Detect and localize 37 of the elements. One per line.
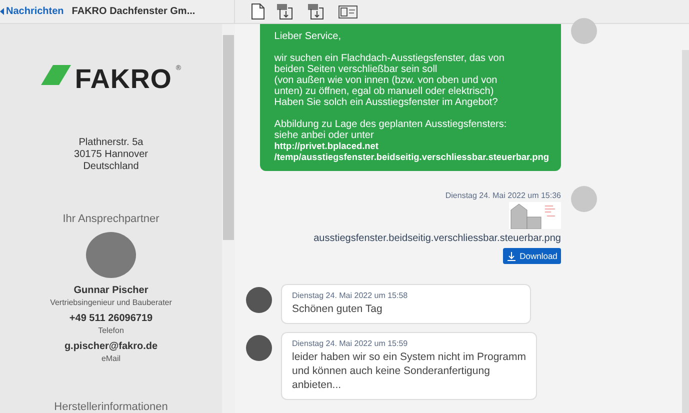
- address-line: Plathnerstr. 5a: [78, 137, 144, 149]
- attachment-filename: ausstiegsfenster.beidseitig.verschliessbar.steuerbar.png: [314, 233, 561, 244]
- contact-card-icon[interactable]: [338, 4, 358, 18]
- phone-number: +49 511 26096719: [69, 313, 153, 324]
- email-label: eMail: [101, 354, 121, 363]
- phone-label: Telefon: [98, 326, 124, 335]
- message-timestamp: Dienstag 24. Mai 2022 um 15:58: [292, 291, 409, 300]
- download-icon: [506, 252, 516, 260]
- contact-name: Gunnar Pischer: [74, 285, 148, 296]
- section-heading: Herstellerinformationen: [54, 401, 168, 413]
- photo-placeholder: [86, 232, 136, 278]
- contact-photo-placeholder: [246, 287, 272, 313]
- contact-role: Vertriebsingenieur und Bauberater: [50, 298, 172, 307]
- message-text: wir suchen ein Flachdach-Ausstiegsfenster, das von beiden Seiten verschließbar sein soll (von außen wie von innen (bzw. von oben und von unten) zu öffnen, egal ob manuell oder elektrisch) Haben Sie solch ein Ausstiegsfenster im Angebot?: [274, 53, 504, 108]
- contact-photo-placeholder: [246, 335, 272, 361]
- message-text: leider haben wir so ein System nicht im Programm und können auch keine Sonderanfertigung anbieten...: [292, 350, 526, 392]
- address-line: 30175 Hannover: [74, 149, 148, 161]
- avatar-icon: [571, 186, 597, 212]
- email-address: g.pischer@fakro.de: [64, 341, 158, 352]
- logo-mark-icon: [40, 65, 71, 85]
- message-link[interactable]: http://privet.bplaced.net: [274, 141, 378, 152]
- back-link[interactable]: Nachrichten: [0, 6, 64, 17]
- scrollbar-thumb[interactable]: [223, 35, 234, 240]
- document-icon[interactable]: [251, 3, 265, 20]
- message-text: Lieber Service,: [274, 31, 341, 42]
- message-link[interactable]: /temp/ausstiegsfenster.beidseitig.verschliessbar.steuerbar.png: [274, 152, 549, 163]
- message-text: Schönen guten Tag: [292, 302, 382, 316]
- message-timestamp: Dienstag 24. Mai 2022 um 15:59: [292, 339, 409, 348]
- back-arrow-icon[interactable]: [0, 8, 4, 15]
- address-line: Deutschland: [82, 161, 140, 173]
- message-timestamp: Dienstag 24. Mai 2022 um 15:36: [445, 191, 561, 200]
- section-heading: Ihr Ansprechpartner: [62, 213, 160, 225]
- logo-text: FAKRO: [74, 65, 172, 93]
- download-button[interactable]: Download: [503, 248, 561, 264]
- conversation-title: FAKRO Dachfenster Gm...: [72, 6, 196, 17]
- message-text: Abbildung zu Lage des geplanten Ausstiegsfensters: siehe anbei oder unter: [274, 119, 507, 141]
- avatar-icon: [571, 18, 597, 44]
